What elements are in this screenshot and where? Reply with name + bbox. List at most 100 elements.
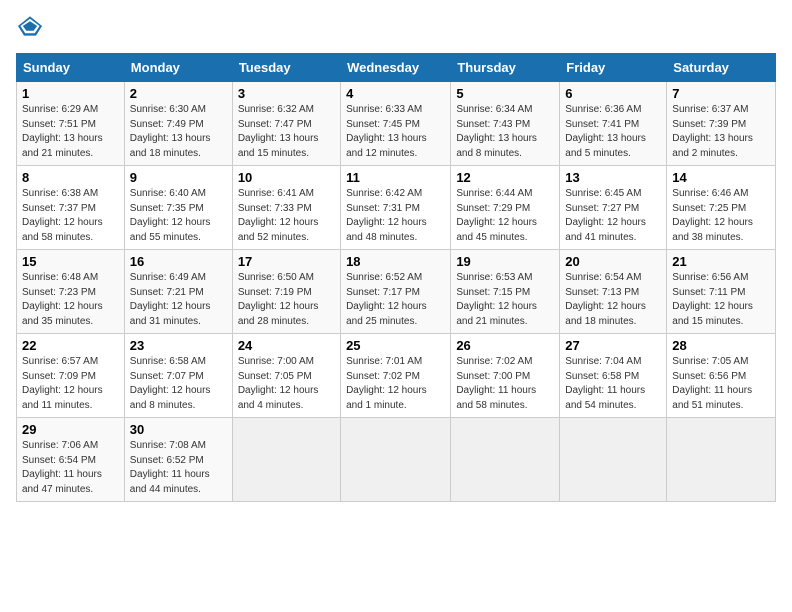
day-number: 24: [238, 338, 335, 353]
day-number: 14: [672, 170, 770, 185]
page-header: [16, 16, 776, 41]
calendar-cell: 27 Sunrise: 7:04 AM Sunset: 6:58 PM Dayli…: [560, 334, 667, 418]
day-info: Sunrise: 6:34 AM Sunset: 7:43 PM Dayligh…: [456, 103, 554, 161]
day-number: 12: [456, 170, 554, 185]
day-info: Sunrise: 6:50 AM Sunset: 7:19 PM Dayligh…: [238, 271, 335, 329]
col-header-thursday: Thursday: [451, 54, 560, 82]
day-number: 21: [672, 254, 770, 269]
day-info: Sunrise: 6:30 AM Sunset: 7:49 PM Dayligh…: [130, 103, 227, 161]
calendar-cell: 15Sunrise: 6:48 AM Sunset: 7:23 PM Dayli…: [17, 250, 125, 334]
day-info: Sunrise: 6:53 AM Sunset: 7:15 PM Dayligh…: [456, 271, 554, 329]
logo: [16, 16, 46, 41]
day-number: 25: [346, 338, 445, 353]
calendar-cell: 26 Sunrise: 7:02 AM Sunset: 7:00 PM Dayli…: [451, 334, 560, 418]
day-info: Sunrise: 6:29 AM Sunset: 7:51 PM Dayligh…: [22, 103, 119, 161]
calendar-cell: 29 Sunrise: 7:06 AM Sunset: 6:54 PM Dayli…: [17, 418, 125, 502]
day-number: 2: [130, 86, 227, 101]
calendar-cell: 5 Sunrise: 6:34 AM Sunset: 7:43 PM Daylig…: [451, 82, 560, 166]
col-header-sunday: Sunday: [17, 54, 125, 82]
day-number: 1: [22, 86, 119, 101]
calendar-week-2: 8 Sunrise: 6:38 AM Sunset: 7:37 PM Daylig…: [17, 166, 776, 250]
day-number: 4: [346, 86, 445, 101]
calendar-cell: 22 Sunrise: 6:57 AM Sunset: 7:09 PM Dayli…: [17, 334, 125, 418]
day-info: Sunrise: 6:48 AM Sunset: 7:23 PM Dayligh…: [22, 271, 119, 329]
calendar-cell: [667, 418, 776, 502]
day-info: Sunrise: 6:41 AM Sunset: 7:33 PM Dayligh…: [238, 187, 335, 245]
day-info: Sunrise: 7:00 AM Sunset: 7:05 PM Dayligh…: [238, 355, 335, 413]
day-number: 26: [456, 338, 554, 353]
col-header-friday: Friday: [560, 54, 667, 82]
day-number: 30: [130, 422, 227, 437]
calendar-cell: 24 Sunrise: 7:00 AM Sunset: 7:05 PM Dayli…: [232, 334, 340, 418]
day-number: 28: [672, 338, 770, 353]
calendar-cell: 18 Sunrise: 6:52 AM Sunset: 7:17 PM Dayli…: [341, 250, 451, 334]
day-info: Sunrise: 7:04 AM Sunset: 6:58 PM Dayligh…: [565, 355, 661, 413]
calendar-cell: 9 Sunrise: 6:40 AM Sunset: 7:35 PM Daylig…: [124, 166, 232, 250]
col-header-saturday: Saturday: [667, 54, 776, 82]
day-number: 23: [130, 338, 227, 353]
day-number: 5: [456, 86, 554, 101]
day-info: Sunrise: 6:42 AM Sunset: 7:31 PM Dayligh…: [346, 187, 445, 245]
day-info: Sunrise: 7:06 AM Sunset: 6:54 PM Dayligh…: [22, 439, 119, 497]
day-info: Sunrise: 6:38 AM Sunset: 7:37 PM Dayligh…: [22, 187, 119, 245]
calendar-cell: 30Sunrise: 7:08 AM Sunset: 6:52 PM Dayli…: [124, 418, 232, 502]
day-info: Sunrise: 6:56 AM Sunset: 7:11 PM Dayligh…: [672, 271, 770, 329]
day-number: 7: [672, 86, 770, 101]
day-number: 13: [565, 170, 661, 185]
calendar-cell: 16Sunrise: 6:49 AM Sunset: 7:21 PM Dayli…: [124, 250, 232, 334]
day-number: 29: [22, 422, 119, 437]
day-info: Sunrise: 6:33 AM Sunset: 7:45 PM Dayligh…: [346, 103, 445, 161]
day-number: 3: [238, 86, 335, 101]
calendar-week-1: 1 Sunrise: 6:29 AM Sunset: 7:51 PM Daylig…: [17, 82, 776, 166]
calendar-cell: 4 Sunrise: 6:33 AM Sunset: 7:45 PM Daylig…: [341, 82, 451, 166]
calendar-header-row: SundayMondayTuesdayWednesdayThursdayFrid…: [17, 54, 776, 82]
calendar-cell: [232, 418, 340, 502]
col-header-monday: Monday: [124, 54, 232, 82]
day-number: 27: [565, 338, 661, 353]
calendar-cell: 1 Sunrise: 6:29 AM Sunset: 7:51 PM Daylig…: [17, 82, 125, 166]
col-header-wednesday: Wednesday: [341, 54, 451, 82]
calendar-cell: 3 Sunrise: 6:32 AM Sunset: 7:47 PM Daylig…: [232, 82, 340, 166]
day-info: Sunrise: 6:40 AM Sunset: 7:35 PM Dayligh…: [130, 187, 227, 245]
day-info: Sunrise: 6:52 AM Sunset: 7:17 PM Dayligh…: [346, 271, 445, 329]
day-number: 17: [238, 254, 335, 269]
day-number: 20: [565, 254, 661, 269]
calendar-cell: 21 Sunrise: 6:56 AM Sunset: 7:11 PM Dayli…: [667, 250, 776, 334]
day-number: 22: [22, 338, 119, 353]
calendar-cell: 17 Sunrise: 6:50 AM Sunset: 7:19 PM Dayli…: [232, 250, 340, 334]
calendar-week-5: 29 Sunrise: 7:06 AM Sunset: 6:54 PM Dayli…: [17, 418, 776, 502]
day-info: Sunrise: 6:54 AM Sunset: 7:13 PM Dayligh…: [565, 271, 661, 329]
day-info: Sunrise: 6:58 AM Sunset: 7:07 PM Dayligh…: [130, 355, 227, 413]
day-info: Sunrise: 6:46 AM Sunset: 7:25 PM Dayligh…: [672, 187, 770, 245]
day-number: 11: [346, 170, 445, 185]
calendar-body: 1 Sunrise: 6:29 AM Sunset: 7:51 PM Daylig…: [17, 82, 776, 502]
day-info: Sunrise: 6:36 AM Sunset: 7:41 PM Dayligh…: [565, 103, 661, 161]
col-header-tuesday: Tuesday: [232, 54, 340, 82]
day-info: Sunrise: 7:05 AM Sunset: 6:56 PM Dayligh…: [672, 355, 770, 413]
day-number: 18: [346, 254, 445, 269]
calendar-cell: 6Sunrise: 6:36 AM Sunset: 7:41 PM Daylig…: [560, 82, 667, 166]
day-number: 19: [456, 254, 554, 269]
day-info: Sunrise: 7:01 AM Sunset: 7:02 PM Dayligh…: [346, 355, 445, 413]
day-number: 9: [130, 170, 227, 185]
day-number: 10: [238, 170, 335, 185]
calendar-cell: 13 Sunrise: 6:45 AM Sunset: 7:27 PM Dayli…: [560, 166, 667, 250]
day-info: Sunrise: 6:57 AM Sunset: 7:09 PM Dayligh…: [22, 355, 119, 413]
day-info: Sunrise: 7:02 AM Sunset: 7:00 PM Dayligh…: [456, 355, 554, 413]
calendar-cell: 11 Sunrise: 6:42 AM Sunset: 7:31 PM Dayli…: [341, 166, 451, 250]
day-info: Sunrise: 6:45 AM Sunset: 7:27 PM Dayligh…: [565, 187, 661, 245]
calendar-cell: [341, 418, 451, 502]
calendar-cell: 20 Sunrise: 6:54 AM Sunset: 7:13 PM Dayli…: [560, 250, 667, 334]
day-number: 8: [22, 170, 119, 185]
calendar-cell: 25 Sunrise: 7:01 AM Sunset: 7:02 PM Dayli…: [341, 334, 451, 418]
day-info: Sunrise: 6:32 AM Sunset: 7:47 PM Dayligh…: [238, 103, 335, 161]
day-info: Sunrise: 6:37 AM Sunset: 7:39 PM Dayligh…: [672, 103, 770, 161]
calendar-cell: 7 Sunrise: 6:37 AM Sunset: 7:39 PM Daylig…: [667, 82, 776, 166]
calendar-cell: 8 Sunrise: 6:38 AM Sunset: 7:37 PM Daylig…: [17, 166, 125, 250]
calendar-week-3: 15Sunrise: 6:48 AM Sunset: 7:23 PM Dayli…: [17, 250, 776, 334]
calendar-table: SundayMondayTuesdayWednesdayThursdayFrid…: [16, 53, 776, 502]
day-number: 16: [130, 254, 227, 269]
calendar-cell: 10 Sunrise: 6:41 AM Sunset: 7:33 PM Dayli…: [232, 166, 340, 250]
calendar-week-4: 22 Sunrise: 6:57 AM Sunset: 7:09 PM Dayli…: [17, 334, 776, 418]
day-info: Sunrise: 6:44 AM Sunset: 7:29 PM Dayligh…: [456, 187, 554, 245]
